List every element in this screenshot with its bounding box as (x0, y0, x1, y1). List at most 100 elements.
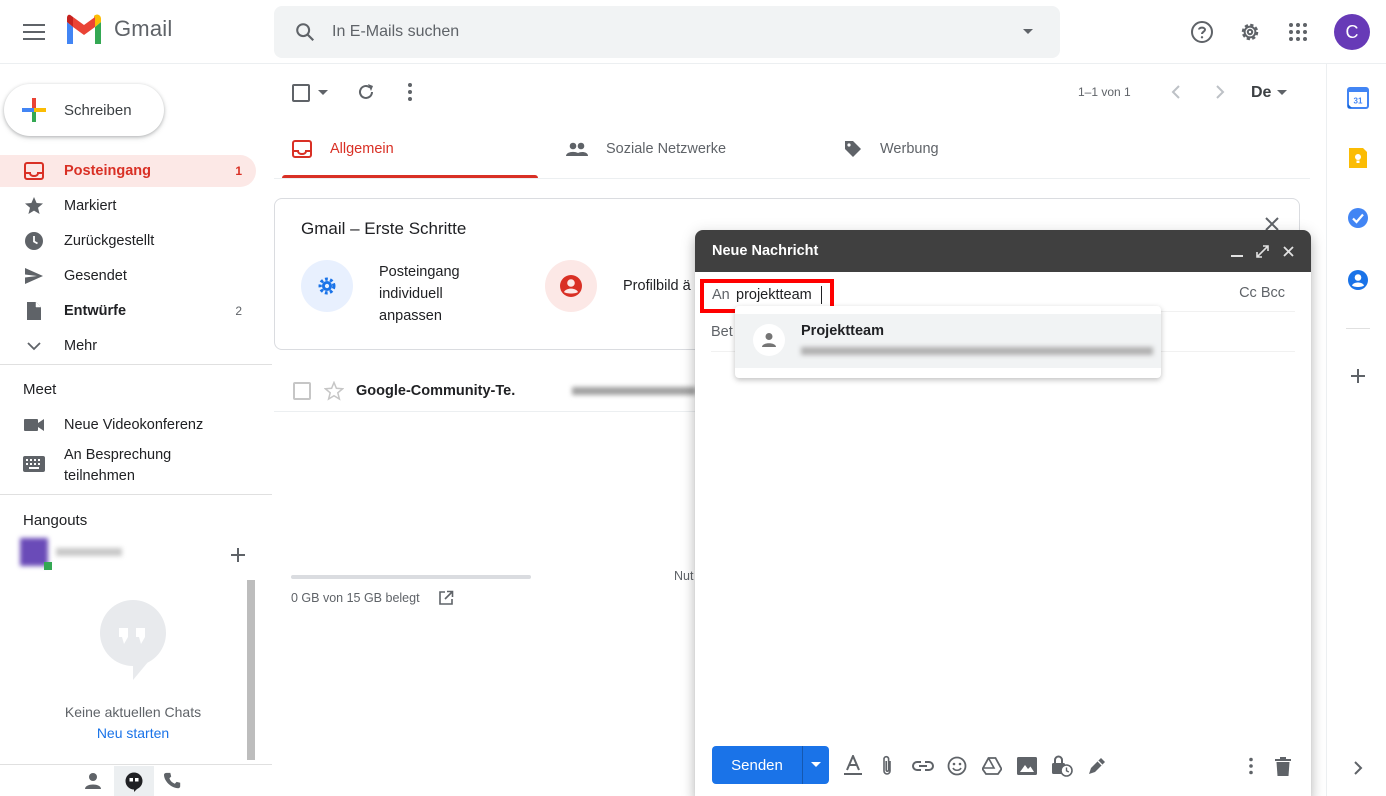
plus-icon (231, 548, 245, 562)
sidebar-item-inbox[interactable]: Posteingang 1 (0, 155, 256, 187)
email-subject (572, 387, 696, 395)
account-avatar[interactable]: C (1334, 14, 1370, 50)
photo-icon (1017, 757, 1037, 775)
select-all-checkbox[interactable] (292, 84, 310, 102)
sidebar-item-sent[interactable]: Gesendet (0, 260, 256, 292)
contacts-tab-button[interactable] (84, 772, 102, 790)
insert-emoji-button[interactable] (945, 754, 969, 778)
search-options-icon[interactable] (1022, 28, 1034, 36)
meet-section-title: Meet (23, 381, 57, 398)
compose-button[interactable]: Schreiben (4, 84, 164, 136)
tasks-addon[interactable] (1344, 204, 1372, 232)
newer-button[interactable] (1170, 84, 1182, 100)
sidebar-divider (0, 364, 272, 365)
attach-file-button[interactable] (875, 754, 899, 778)
discard-draft-button[interactable] (1271, 754, 1295, 778)
more-actions-button[interactable] (403, 82, 417, 102)
close-compose-button[interactable] (1283, 246, 1294, 257)
fullscreen-button[interactable] (1256, 245, 1269, 258)
tab-primary[interactable]: Allgemein (282, 120, 538, 178)
sidebar-item-label: Zurückgestellt (64, 233, 155, 249)
schedule-send-dropdown[interactable] (803, 746, 829, 784)
apps-button[interactable] (1278, 12, 1318, 52)
compose-label: Schreiben (64, 101, 132, 119)
meet-join-meeting[interactable]: An Besprechung teilnehmen (64, 445, 171, 487)
star-toggle[interactable] (324, 381, 344, 401)
step-label-line: anpassen (379, 308, 442, 324)
row-checkbox[interactable] (293, 382, 311, 400)
to-input[interactable]: projektteam (736, 287, 812, 303)
gmail-logo[interactable]: Gmail (64, 14, 172, 44)
input-tools-button[interactable]: De (1251, 84, 1271, 102)
insert-signature-button[interactable] (1085, 754, 1109, 778)
keep-addon[interactable] (1344, 144, 1372, 172)
customize-inbox-step[interactable] (301, 260, 353, 312)
older-button[interactable] (1214, 84, 1226, 100)
sidebar-item-snoozed[interactable]: Zurückgestellt (0, 225, 256, 257)
search-input[interactable] (332, 23, 972, 41)
compose-window: Neue Nachricht Cc Bcc An projektteam Bet (695, 230, 1311, 796)
manage-storage-link[interactable] (438, 590, 454, 606)
paperclip-icon (883, 755, 891, 775)
new-chat-button[interactable] (229, 546, 247, 564)
cc-bcc-toggle[interactable]: Cc Bcc (1239, 285, 1285, 301)
tab-promotions[interactable]: Werbung (844, 120, 1084, 178)
no-chats-text: Keine aktuellen Chats (64, 704, 202, 720)
contacts-addon[interactable] (1344, 266, 1372, 294)
customize-inbox-label[interactable]: Posteingang individuell anpassen (379, 261, 460, 327)
phone-tab-button[interactable] (164, 772, 182, 790)
help-button[interactable] (1182, 12, 1222, 52)
get-addons-button[interactable] (1344, 362, 1372, 390)
send-button[interactable]: Senden (712, 746, 802, 784)
calendar-icon: 31 (1347, 87, 1369, 109)
sidebar-item-drafts[interactable]: Entwürfe 2 (0, 295, 256, 327)
formatting-button[interactable] (841, 754, 865, 778)
select-options-dropdown[interactable] (318, 90, 328, 96)
step-label-line: Posteingang (379, 264, 460, 280)
main-menu-button[interactable] (14, 12, 54, 52)
meet-new-meeting[interactable]: Neue Videokonferenz (0, 409, 256, 441)
suggestion-email (801, 347, 1153, 355)
tasks-check-icon (1348, 208, 1368, 228)
tab-social[interactable]: Soziale Netzwerke (566, 120, 806, 178)
hangouts-scrollbar[interactable] (247, 580, 255, 760)
program-policies-link[interactable]: Nut (674, 569, 693, 583)
refresh-icon (359, 84, 373, 99)
emoji-icon (947, 756, 967, 776)
hangouts-tab-button[interactable] (114, 766, 154, 796)
step-label-line: individuell (379, 286, 443, 302)
plus-icon (1351, 369, 1365, 383)
sidebar-item-label: Entwürfe (64, 303, 127, 319)
insert-drive-button[interactable] (980, 754, 1004, 778)
video-camera-icon (24, 419, 44, 431)
minimize-button[interactable] (1231, 246, 1243, 258)
caret-down-icon (1277, 90, 1287, 95)
profile-photo-step[interactable] (545, 260, 597, 312)
show-side-panel-button[interactable] (1344, 754, 1372, 782)
svg-text:31: 31 (1354, 97, 1363, 106)
sidebar-item-more[interactable]: Mehr (0, 330, 256, 362)
start-chat-link[interactable]: Neu starten (0, 725, 266, 741)
input-tools-dropdown[interactable] (1277, 90, 1287, 96)
hangouts-icon (125, 772, 143, 792)
confidential-mode-button[interactable] (1050, 754, 1074, 778)
compose-header[interactable]: Neue Nachricht (695, 230, 1311, 272)
suggestion-item[interactable]: Projektteam (735, 314, 1161, 368)
sidebar-item-starred[interactable]: Markiert (0, 190, 256, 222)
close-card-button[interactable] (1265, 217, 1279, 231)
tab-label: Soziale Netzwerke (606, 141, 727, 157)
meet-join-label-line1: An Besprechung (64, 447, 172, 463)
search-icon[interactable] (294, 21, 316, 43)
calendar-addon[interactable]: 31 (1344, 84, 1372, 112)
chevron-right-icon (1354, 761, 1363, 775)
drafts-count: 2 (235, 304, 242, 318)
insert-photo-button[interactable] (1015, 754, 1039, 778)
unread-count: 1 (235, 164, 242, 178)
help-icon (1191, 21, 1213, 43)
profile-photo-label[interactable]: Profilbild ä (623, 278, 691, 294)
settings-button[interactable] (1230, 12, 1270, 52)
refresh-button[interactable] (356, 82, 376, 102)
suggestion-avatar (753, 324, 785, 356)
more-options-button[interactable] (1239, 754, 1263, 778)
insert-link-button[interactable] (911, 754, 935, 778)
